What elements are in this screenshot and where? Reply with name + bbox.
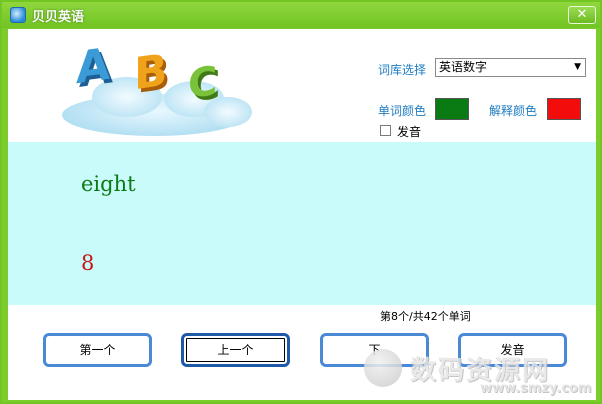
word-text: eight <box>81 172 136 196</box>
app-icon <box>10 7 26 23</box>
library-select-value: 英语数字 <box>439 60 488 74</box>
abc-logo: A B C <box>54 39 254 144</box>
explain-color-label: 解释颜色 <box>489 104 538 118</box>
word-counter: 第8个/共42个单词 <box>380 310 471 323</box>
app-window: 贝贝英语 ✕ A B C 词库选择 英语数字 ▼ 单词颜色 解释颜色 发音 ei… <box>0 0 602 404</box>
first-button[interactable]: 第一个 <box>43 333 152 367</box>
explain-color-swatch[interactable] <box>547 98 581 120</box>
chevron-down-icon[interactable]: ▼ <box>574 59 581 76</box>
word-color-swatch[interactable] <box>435 98 469 120</box>
close-button[interactable]: ✕ <box>568 6 596 24</box>
client-area: A B C 词库选择 英语数字 ▼ 单词颜色 解释颜色 发音 eight 8 第… <box>8 29 596 400</box>
pronounce-checkbox[interactable] <box>380 125 391 136</box>
pronounce-checkbox-label[interactable]: 发音 <box>397 123 421 140</box>
explanation-text: 8 <box>81 251 95 275</box>
library-label: 词库选择 <box>378 63 427 77</box>
watermark: 数码资源网 www.smzy.com <box>360 347 592 397</box>
logo-letter-a: A <box>76 38 111 95</box>
watermark-url: www.smzy.com <box>480 381 592 396</box>
window-title: 贝贝英语 <box>32 10 85 25</box>
word-color-label: 单词颜色 <box>378 104 427 118</box>
display-panel: eight 8 <box>8 142 596 305</box>
logo-letter-c: C <box>188 57 218 109</box>
watermark-logo-icon <box>364 349 402 387</box>
title-bar[interactable]: 贝贝英语 ✕ <box>2 2 600 28</box>
library-select[interactable]: 英语数字 ▼ <box>435 58 586 77</box>
previous-button[interactable]: 上一个 <box>181 333 290 367</box>
logo-letter-b: B <box>134 44 168 101</box>
